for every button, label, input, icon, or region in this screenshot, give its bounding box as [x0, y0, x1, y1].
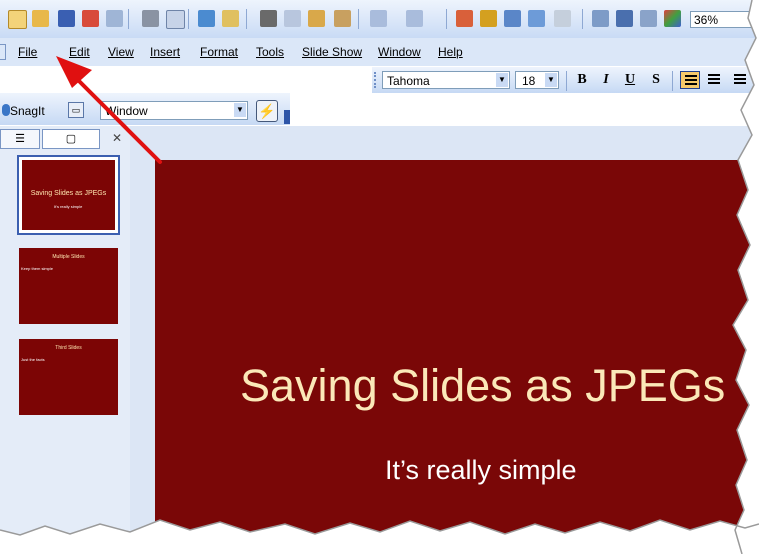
menu-help[interactable]: Help	[438, 45, 463, 59]
capture-profile-button[interactable]: ▭	[68, 102, 84, 118]
slide-thumbnail-1[interactable]: Saving Slides as JPEGs It's really simpl…	[17, 155, 120, 235]
slide-subtitle[interactable]: It’s really simple	[385, 455, 577, 486]
insert-table-icon[interactable]	[504, 10, 521, 27]
capture-mode-value: Window	[105, 104, 148, 118]
email-icon[interactable]	[106, 10, 123, 27]
show-grid-icon[interactable]	[640, 10, 657, 27]
font-name-select[interactable]: Tahoma ▼	[382, 71, 510, 89]
menu-edit[interactable]: Edit	[69, 45, 90, 59]
redo-icon[interactable]	[406, 10, 423, 27]
toolbar-separator	[358, 9, 359, 29]
font-name-value: Tahoma	[387, 74, 430, 88]
toolbar-options-icon[interactable]	[284, 110, 290, 124]
insert-picture-icon[interactable]	[554, 10, 571, 27]
slide-thumbnail-3[interactable]: Third Slides Just the facts	[19, 339, 118, 415]
font-size-select[interactable]: 18 ▼	[515, 71, 559, 89]
toolbar-separator	[128, 9, 129, 29]
show-formatting-icon[interactable]	[616, 10, 633, 27]
toolbar-separator	[188, 9, 189, 29]
thumbnail-subtitle: Keep them simple	[21, 266, 54, 271]
slide-thumbnail-2[interactable]: Multiple Slides Keep them simple	[19, 248, 118, 324]
paste-icon[interactable]	[308, 10, 325, 27]
center-button[interactable]	[704, 71, 724, 89]
shadow-button[interactable]: S	[646, 71, 666, 89]
undo-icon[interactable]	[370, 10, 387, 27]
toolbar-separator	[566, 71, 567, 91]
thumbnail-subtitle: It's really simple	[54, 204, 83, 209]
expand-all-icon[interactable]	[592, 10, 609, 27]
insert-chart-icon[interactable]	[480, 10, 497, 27]
align-right-button[interactable]	[730, 71, 750, 89]
snagit-label[interactable]: SnagIt	[10, 104, 45, 118]
research-icon[interactable]	[222, 10, 239, 27]
toolbar-separator	[246, 9, 247, 29]
align-left-icon	[685, 75, 697, 86]
chevron-down-icon[interactable]: ▼	[496, 73, 508, 87]
menu-insert[interactable]: Insert	[150, 45, 180, 59]
print-icon[interactable]	[142, 10, 159, 27]
thumbnail-subtitle: Just the facts	[21, 357, 45, 362]
thumbnail-title: Multiple Slides	[52, 254, 85, 260]
toolbar-separator	[672, 71, 673, 91]
toolbar-separator	[582, 9, 583, 29]
slides-tab[interactable]: ▢	[42, 129, 100, 149]
toolbar-separator	[446, 9, 447, 29]
slide-title[interactable]: Saving Slides as JPEGs	[240, 360, 725, 412]
thumbnail-title: Third Slides	[55, 345, 82, 351]
standard-toolbar: 36%	[0, 0, 759, 39]
document-icon	[0, 44, 6, 60]
align-center-icon	[708, 74, 720, 85]
format-painter-icon[interactable]	[334, 10, 351, 27]
underline-button[interactable]: U	[620, 71, 640, 89]
chevron-down-icon[interactable]: ▼	[545, 73, 557, 87]
cut-icon[interactable]	[260, 10, 277, 27]
print-preview-icon[interactable]	[166, 10, 185, 29]
bold-button[interactable]: B	[572, 71, 592, 89]
new-document-icon[interactable]	[8, 10, 27, 29]
outline-tab[interactable]: ☰	[0, 129, 40, 149]
toolbar-grip[interactable]	[374, 72, 379, 88]
insert-hyperlink-icon[interactable]	[456, 10, 473, 27]
menu-tools[interactable]: Tools	[256, 45, 284, 59]
capture-mode-select[interactable]: Window ▼	[100, 101, 248, 120]
menu-window[interactable]: Window	[378, 45, 421, 59]
zoom-box[interactable]: 36%	[690, 11, 754, 28]
menu-format[interactable]: Format	[200, 45, 238, 59]
pane-tabs: ☰ ▢	[0, 128, 130, 150]
menu-file[interactable]: File	[18, 45, 37, 59]
powerpoint-window: 36% File Edit View Insert Format Tools S…	[0, 0, 759, 554]
align-right-icon	[734, 74, 746, 85]
capture-button[interactable]: ⚡	[256, 100, 278, 122]
save-icon[interactable]	[58, 10, 75, 27]
spelling-icon[interactable]	[198, 10, 215, 27]
tables-borders-icon[interactable]	[528, 10, 545, 27]
italic-button[interactable]: I	[596, 71, 616, 89]
snagit-icon	[2, 104, 10, 116]
menu-slide-show[interactable]: Slide Show	[302, 45, 362, 59]
copy-icon[interactable]	[284, 10, 301, 27]
close-icon[interactable]: ✕	[112, 131, 122, 145]
permission-icon[interactable]	[82, 10, 99, 27]
color-grayscale-icon[interactable]	[664, 10, 681, 27]
current-slide[interactable]: Saving Slides as JPEGs It’s really simpl…	[155, 160, 759, 554]
thumbnail-title: Saving Slides as JPEGs	[30, 190, 107, 197]
align-left-button[interactable]	[680, 71, 700, 89]
font-size-value: 18	[522, 74, 536, 88]
open-folder-icon[interactable]	[32, 10, 49, 27]
chevron-down-icon[interactable]: ▼	[234, 103, 246, 117]
menu-view[interactable]: View	[108, 45, 134, 59]
